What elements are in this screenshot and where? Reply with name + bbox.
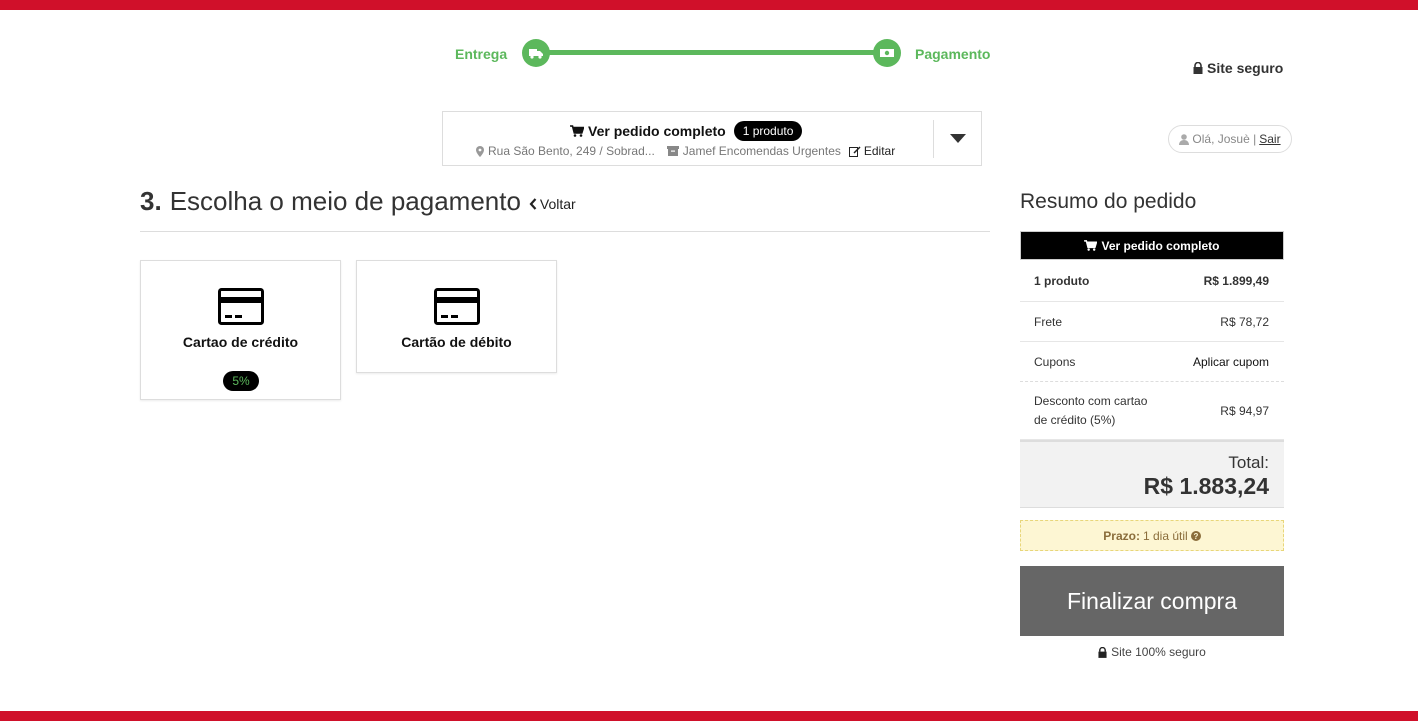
site-seguro: Site seguro (1193, 60, 1283, 76)
progress-line (540, 50, 880, 55)
logout-link[interactable]: Sair (1259, 132, 1280, 146)
total-box: Total: R$ 1.883,24 (1020, 440, 1284, 508)
map-marker-icon (476, 145, 484, 157)
page-title: Escolha o meio de pagamento (169, 186, 521, 216)
question-circle-icon[interactable]: ? (1190, 530, 1201, 541)
box-icon (666, 146, 679, 156)
credit-card-icon (218, 288, 264, 325)
user-greeting: Olá, Josuè | (1192, 132, 1257, 146)
summary-title: Resumo do pedido (1020, 190, 1197, 213)
order-overview-main[interactable]: Ver pedido completo 1 produto Rua São Be… (443, 112, 933, 165)
step-entrega-label[interactable]: Entrega (455, 46, 507, 62)
total-value: R$ 1.883,24 (1143, 473, 1269, 499)
truck-icon[interactable] (522, 39, 550, 67)
product-count-badge: 1 produto (733, 121, 803, 141)
payment-option-debit-card[interactable]: Cartão de débito (356, 260, 557, 373)
payment-option-label: Cartao de crédito (182, 334, 299, 350)
checkout-button[interactable]: Finalizar compra (1020, 566, 1284, 636)
debit-card-icon (434, 288, 480, 325)
svg-text:?: ? (1193, 532, 1198, 541)
shipping-method: Jamef Encomendas Urgentes (682, 144, 841, 158)
discount-badge: 5% (223, 371, 259, 391)
edit-label: Editar (863, 144, 896, 158)
lock-icon (1193, 62, 1203, 74)
edit-icon (848, 145, 861, 157)
summary-row-label: 1 produto (1034, 274, 1090, 288)
delivery-time: Prazo: 1 dia útil ? (1020, 520, 1284, 551)
prazo-label: Prazo: (1103, 528, 1140, 543)
summary-row-label: Cupons (1034, 354, 1076, 369)
summary-row-value: R$ 94,97 (1220, 403, 1269, 418)
summary-row-label: Desconto com cartao de crédito (5%) (1034, 393, 1148, 427)
delivery-address: Rua São Bento, 249 / Sobrad... (488, 144, 655, 158)
user-menu: Olá, Josuè | Sair (1168, 125, 1292, 153)
secure-note-label: Site 100% seguro (1111, 645, 1206, 659)
money-icon[interactable] (873, 39, 901, 67)
secure-note: Site 100% seguro (1020, 645, 1284, 659)
total-label: Total: (1228, 453, 1269, 472)
user-icon (1179, 133, 1190, 145)
payment-option-label: Cartão de débito (401, 334, 512, 350)
back-link[interactable]: Voltar (529, 196, 576, 212)
cart-icon (1084, 240, 1098, 251)
top-brand-bar (0, 0, 1418, 10)
order-toggle-button[interactable] (934, 112, 982, 165)
summary-row-shipping: Frete R$ 78,72 (1020, 302, 1284, 342)
step-number: 3. (140, 186, 162, 216)
caret-down-icon (950, 134, 966, 143)
summary-row-value: R$ 78,72 (1220, 314, 1269, 329)
chevron-left-icon (529, 198, 537, 210)
summary-row-value: R$ 1.899,49 (1203, 274, 1269, 288)
step-pagamento-label: Pagamento (915, 46, 991, 62)
prazo-value: 1 dia útil (1142, 528, 1188, 543)
order-overview: Ver pedido completo 1 produto Rua São Be… (442, 111, 982, 166)
page-heading: 3. Escolha o meio de pagamento Voltar (140, 186, 576, 217)
summary-row-products: 1 produto R$ 1.899,49 (1020, 261, 1284, 302)
back-label: Voltar (539, 196, 576, 212)
payment-option-credit-card[interactable]: Cartao de crédito 5% (140, 260, 341, 400)
summary-row-label: Frete (1034, 314, 1063, 329)
bottom-brand-bar (0, 711, 1418, 721)
view-order-button[interactable]: Ver pedido completo (1020, 231, 1284, 260)
edit-order-link[interactable]: Editar (848, 144, 896, 158)
heading-divider (140, 231, 990, 232)
summary-row-discount: Desconto com cartao de crédito (5%) R$ 9… (1020, 382, 1284, 440)
lock-icon (1098, 646, 1107, 658)
summary-row-coupons: Cupons Aplicar cupom (1020, 342, 1284, 382)
apply-coupon-link[interactable]: Aplicar cupom (1193, 355, 1269, 369)
order-title-label: Ver pedido completo (588, 123, 726, 139)
view-order-label: Ver pedido completo (1101, 238, 1220, 253)
order-details: Rua São Bento, 249 / Sobrad... Jamef Enc… (476, 144, 895, 158)
site-seguro-label: Site seguro (1207, 60, 1284, 76)
order-title[interactable]: Ver pedido completo 1 produto (570, 121, 803, 141)
cart-icon (570, 125, 584, 137)
